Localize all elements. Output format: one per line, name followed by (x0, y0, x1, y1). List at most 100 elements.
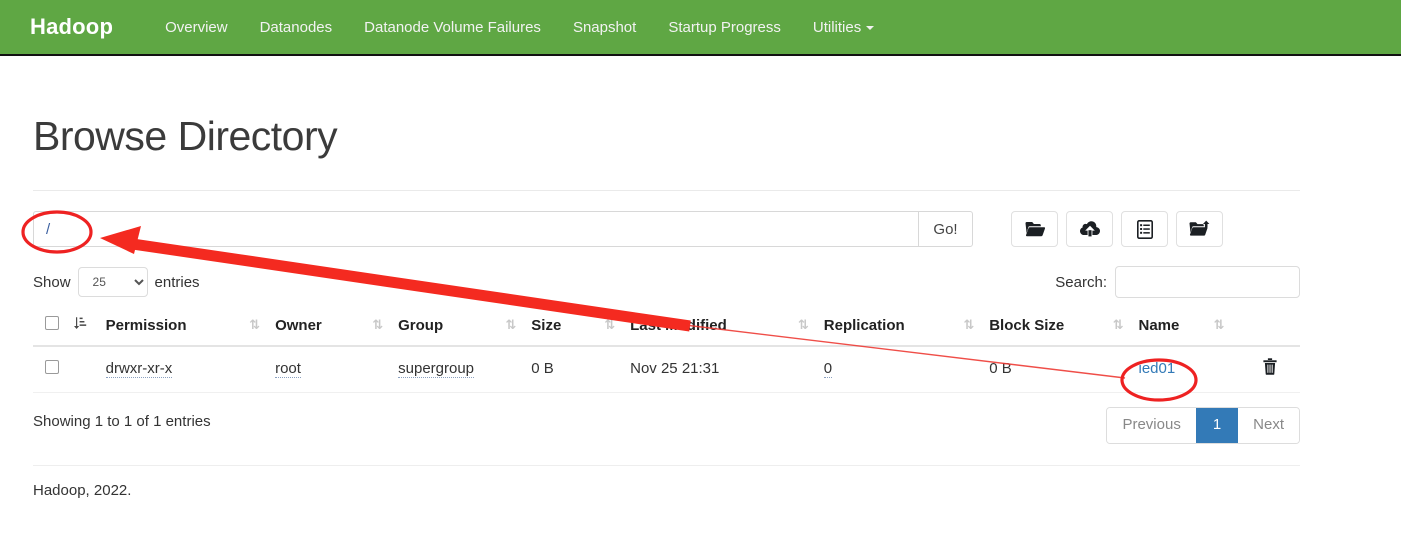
sort-toggle-owner-icon[interactable]: ⇅ (372, 318, 383, 333)
nav-label-snapshot: Snapshot (572, 18, 637, 36)
nav-item-overview[interactable]: Overview (149, 20, 244, 35)
pagination: Previous 1 Next (1106, 407, 1300, 444)
cut-move-button[interactable] (1176, 211, 1223, 248)
show-entries-control: Show 25 entries (33, 265, 200, 299)
column-label-name: Name (1138, 316, 1180, 334)
cell-replication: 0 (823, 346, 990, 394)
go-button[interactable]: Go! (918, 211, 973, 248)
nav-item-datanode-volume-failures[interactable]: Datanode Volume Failures (348, 20, 557, 35)
column-sort-amount[interactable] (73, 307, 106, 348)
nav-item-utilities[interactable]: Utilities (797, 20, 890, 35)
search-label: Search: (1055, 273, 1107, 291)
permission-value[interactable]: drwxr-xr-x (105, 360, 173, 379)
column-label-permission: Permission (105, 316, 187, 334)
column-header-block-size[interactable]: Block Size ⇅ (989, 307, 1139, 348)
column-header-permission[interactable]: Permission ⇅ (105, 307, 276, 348)
sort-toggle-block-size-icon[interactable]: ⇅ (1113, 318, 1124, 333)
page-title: Browse Directory (33, 113, 338, 159)
table-row[interactable]: drwxr-xr-x root supergroup 0 B Nov 25 21… (33, 346, 1300, 394)
cell-size: 0 B (531, 346, 631, 394)
nav-label-datanodes: Datanodes (259, 18, 333, 36)
search-control: Search: (1055, 265, 1300, 299)
footer-divider (33, 465, 1300, 467)
table-header-row: Permission ⇅ Owner ⇅ Group ⇅ Size ⇅ Last… (33, 307, 1300, 348)
column-select-all (33, 307, 74, 348)
directory-action-buttons (1011, 211, 1223, 248)
column-label-group: Group (398, 316, 444, 334)
delete-button[interactable] (1263, 358, 1277, 379)
nav-links: Overview Datanodes Datanode Volume Failu… (149, 20, 890, 35)
nav-item-startup-progress[interactable]: Startup Progress (652, 20, 797, 35)
nav-label-overview: Overview (165, 18, 228, 36)
path-input[interactable] (33, 211, 918, 248)
directory-listing-table: Permission ⇅ Owner ⇅ Group ⇅ Size ⇅ Last… (33, 307, 1300, 394)
replication-value[interactable]: 0 (823, 360, 833, 379)
row-select-checkbox[interactable] (45, 359, 59, 374)
nav-item-datanodes[interactable]: Datanodes (244, 20, 349, 35)
sort-toggle-group-icon[interactable]: ⇅ (505, 318, 516, 333)
cell-actions (1239, 346, 1300, 394)
showing-entries-info: Showing 1 to 1 of 1 entries (33, 413, 211, 431)
column-label-owner: Owner (275, 316, 322, 334)
sort-amount-down-icon[interactable] (73, 317, 87, 334)
sort-toggle-name-icon[interactable]: ⇅ (1213, 318, 1224, 333)
nav-label-startup-progress: Startup Progress (668, 18, 781, 36)
pagination-next[interactable]: Next (1238, 408, 1299, 443)
column-header-name[interactable]: Name ⇅ (1138, 307, 1240, 348)
folder-open-icon (1025, 221, 1045, 238)
cell-block-size: 0 B (989, 346, 1139, 394)
table-controls-row: Show 25 entries Search: (33, 265, 1300, 299)
title-divider (33, 190, 1300, 192)
nav-label-utilities: Utilities (812, 18, 862, 36)
column-header-replication[interactable]: Replication ⇅ (823, 307, 990, 348)
column-label-replication: Replication (823, 316, 905, 334)
chevron-down-icon (866, 25, 875, 30)
entries-label: entries (154, 273, 200, 291)
table-footer-row: Showing 1 to 1 of 1 entries Previous 1 N… (33, 407, 1300, 447)
trash-icon (1263, 358, 1277, 379)
upload-files-button[interactable] (1066, 211, 1113, 248)
sort-toggle-last-modified-icon[interactable]: ⇅ (798, 318, 809, 333)
entries-per-page-select[interactable]: 25 (77, 267, 148, 298)
column-header-group[interactable]: Group ⇅ (398, 307, 532, 348)
clipboard-list-icon (1136, 219, 1153, 239)
copyright-text: Hadoop, 2022. (33, 482, 132, 500)
column-label-last-modified: Last Modified (630, 316, 727, 334)
column-label-size: Size (531, 316, 562, 334)
column-header-last-modified[interactable]: Last Modified ⇅ (630, 307, 824, 348)
nav-label-datanode-volume-failures: Datanode Volume Failures (364, 18, 541, 36)
nav-item-snapshot[interactable]: Snapshot (557, 20, 652, 35)
column-header-actions (1239, 307, 1300, 348)
cell-name: ied01 (1138, 346, 1240, 394)
column-label-block-size: Block Size (989, 316, 1065, 334)
pagination-page-1[interactable]: 1 (1195, 408, 1239, 443)
search-input[interactable] (1115, 266, 1300, 299)
directory-link-ied01[interactable]: ied01 (1139, 360, 1176, 377)
table-header: Permission ⇅ Owner ⇅ Group ⇅ Size ⇅ Last… (33, 307, 1300, 348)
brand-logo[interactable]: Hadoop (30, 16, 113, 38)
create-directory-button[interactable] (1011, 211, 1058, 248)
path-bar-row: Go! (33, 211, 1300, 248)
paste-clipboard-button[interactable] (1121, 211, 1168, 248)
owner-value[interactable]: root (275, 360, 301, 379)
cell-group: supergroup (398, 346, 532, 394)
sort-toggle-replication-icon[interactable]: ⇅ (963, 318, 974, 333)
column-header-owner[interactable]: Owner ⇅ (275, 307, 399, 348)
cell-permission: drwxr-xr-x (105, 346, 276, 394)
column-header-size[interactable]: Size ⇅ (531, 307, 631, 348)
sort-toggle-size-icon[interactable]: ⇅ (604, 318, 615, 333)
main-container: Browse Directory Go! (33, 56, 1300, 499)
select-all-checkbox[interactable] (45, 316, 59, 331)
folder-upload-icon (1189, 220, 1210, 238)
row-select-cell (33, 346, 74, 394)
path-input-group: Go! (33, 211, 973, 248)
row-spacer-cell (73, 346, 106, 394)
pagination-previous[interactable]: Previous (1107, 408, 1196, 443)
sort-toggle-permission-icon[interactable]: ⇅ (249, 318, 260, 333)
cell-last-modified: Nov 25 21:31 (630, 346, 824, 394)
cloud-upload-icon (1079, 220, 1100, 238)
group-value[interactable]: supergroup (398, 360, 475, 379)
show-label: Show (33, 273, 71, 291)
table-body: drwxr-xr-x root supergroup 0 B Nov 25 21… (33, 346, 1300, 394)
cell-owner: root (275, 346, 399, 394)
